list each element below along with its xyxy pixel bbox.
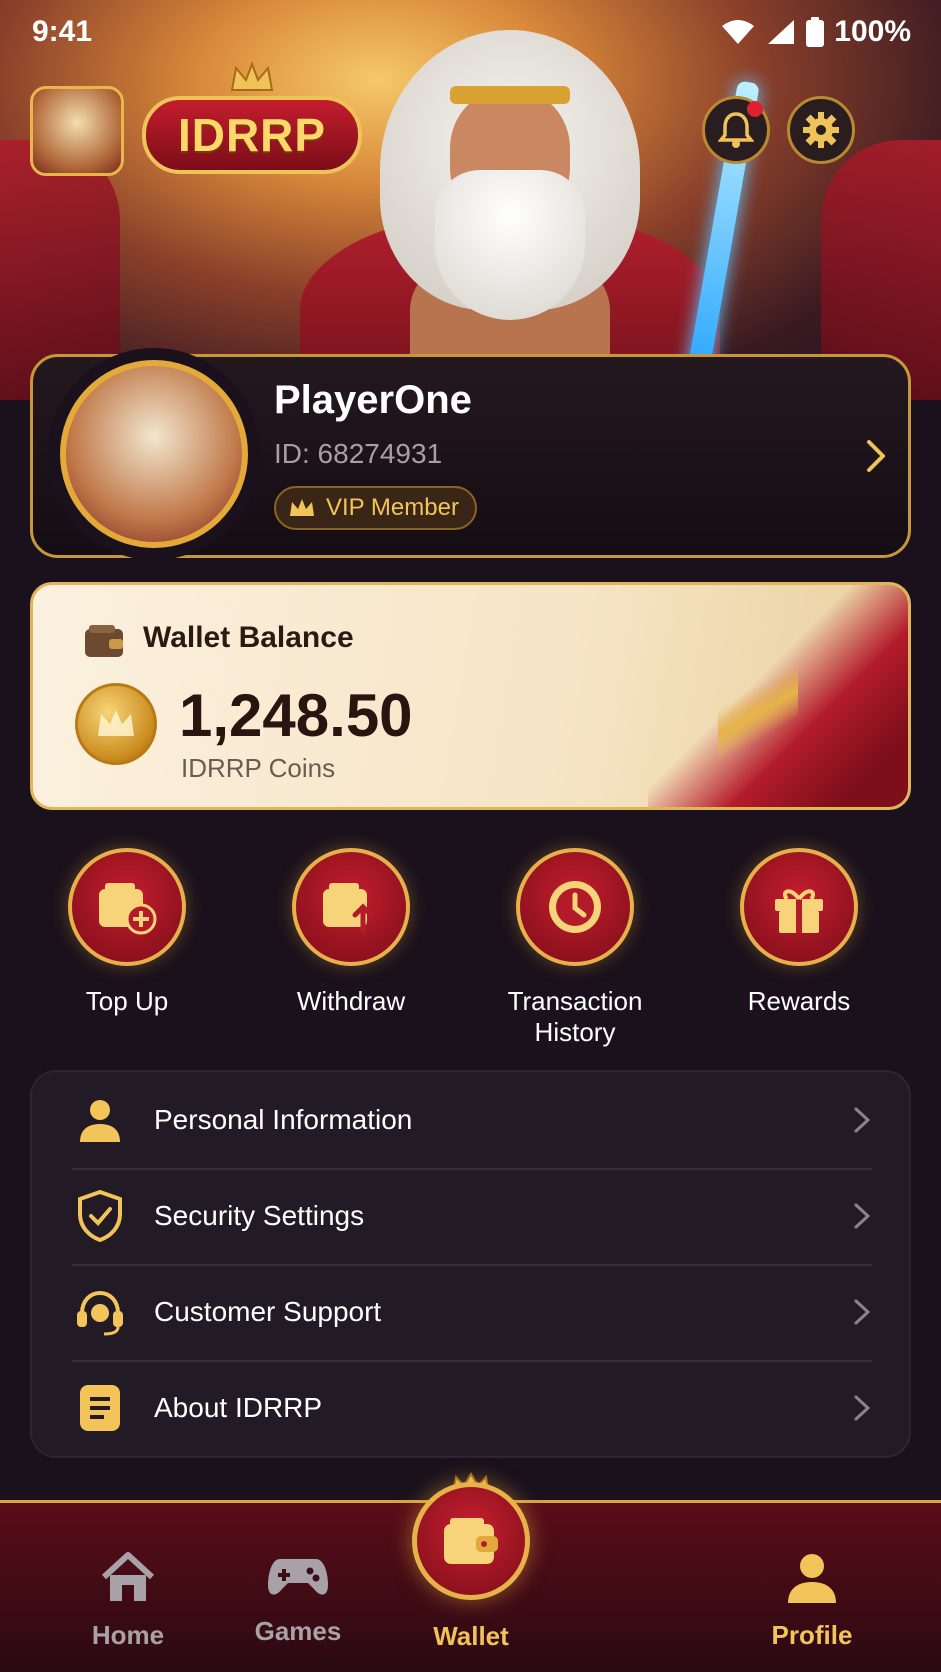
nav-profile[interactable]: Profile <box>742 1551 882 1651</box>
wallet-add-icon <box>99 883 157 935</box>
wallet-title: Wallet Balance <box>143 621 354 654</box>
player-id: ID: 68274931 <box>274 438 443 469</box>
quick-actions: Top Up Withdraw Transaction History Rewa… <box>30 848 911 1048</box>
action-label: Rewards <box>747 986 851 1016</box>
wallet-icon <box>85 625 123 657</box>
withdraw-button[interactable]: Withdraw <box>256 848 446 1017</box>
player-name: PlayerOne <box>274 378 472 422</box>
wallet-balance-card: Wallet Balance 1,248.50 IDRRP Coins <box>30 582 911 810</box>
menu-item-label: Personal Information <box>154 1104 413 1135</box>
profile-avatar[interactable] <box>60 360 248 548</box>
chevron-right-icon[interactable] <box>861 436 891 476</box>
document-icon <box>72 1380 128 1436</box>
top-up-button[interactable]: Top Up <box>32 848 222 1017</box>
rewards-button[interactable]: Rewards <box>704 848 894 1017</box>
chevron-right-icon <box>854 1395 871 1421</box>
nav-label: Home <box>91 1620 165 1650</box>
gift-icon <box>775 889 823 933</box>
battery-percent: 100% <box>834 15 911 48</box>
nav-home[interactable]: Home <box>58 1551 198 1651</box>
nav-label: Profile <box>771 1620 853 1650</box>
menu-item-label: Customer Support <box>154 1296 382 1327</box>
chevron-right-icon <box>854 1203 871 1229</box>
nav-label: Wallet <box>433 1621 509 1651</box>
crown-icon <box>230 61 274 91</box>
app-logo: IDRRP <box>142 96 362 174</box>
person-icon <box>72 1092 128 1148</box>
gamepad-icon <box>268 1559 328 1595</box>
headset-icon <box>72 1284 128 1340</box>
clock-icon <box>549 881 601 933</box>
vip-badge-label: VIP Member <box>326 494 459 521</box>
transaction-history-button[interactable]: Transaction History <box>480 848 670 1048</box>
action-label: Withdraw <box>296 986 406 1016</box>
menu-item-security-settings[interactable]: Security Settings <box>72 1168 872 1264</box>
signal-icon <box>768 20 795 44</box>
action-label: Top Up <box>85 986 169 1016</box>
menu-item-label: Security Settings <box>154 1200 365 1231</box>
crown-icon <box>290 499 314 516</box>
menu-item-personal-information[interactable]: Personal Information <box>72 1072 872 1168</box>
notification-button[interactable] <box>702 96 770 164</box>
gear-icon <box>803 112 839 148</box>
status-bar: 9:41 100% <box>0 0 941 64</box>
notification-dot <box>747 101 763 117</box>
settings-menu: Personal Information Security Settings C… <box>30 1070 911 1458</box>
bell-icon <box>718 112 754 148</box>
nav-games[interactable]: Games <box>228 1551 368 1647</box>
shield-icon <box>72 1188 128 1244</box>
wallet-withdraw-icon <box>323 883 374 934</box>
chevron-right-icon <box>854 1107 871 1133</box>
person-icon <box>788 1554 836 1603</box>
nav-wallet[interactable]: Wallet <box>401 1621 541 1652</box>
wifi-icon <box>722 20 755 44</box>
app-avatar[interactable] <box>30 86 124 176</box>
home-icon <box>101 1552 155 1601</box>
action-label: Transaction History <box>507 986 643 1047</box>
top-bar: IDRRP <box>30 61 911 176</box>
menu-item-customer-support[interactable]: Customer Support <box>72 1264 872 1360</box>
wallet-icon <box>444 1518 498 1564</box>
menu-item-about[interactable]: About IDRRP <box>72 1360 872 1456</box>
menu-item-label: About IDRRP <box>154 1392 323 1423</box>
wallet-balance-unit: IDRRP Coins <box>181 753 336 783</box>
chevron-right-icon <box>854 1299 871 1325</box>
hero-character-illustration <box>300 20 760 400</box>
status-icons: 100% <box>720 15 911 49</box>
coin-icon <box>75 683 157 765</box>
vip-badge: VIP Member <box>274 486 477 530</box>
wallet-balance-value: 1,248.50 <box>179 682 413 749</box>
settings-button[interactable] <box>787 96 855 164</box>
battery-icon <box>806 17 825 47</box>
status-time: 9:41 <box>32 15 93 48</box>
nav-label: Games <box>254 1616 342 1646</box>
wallet-fab-button[interactable] <box>412 1482 530 1600</box>
